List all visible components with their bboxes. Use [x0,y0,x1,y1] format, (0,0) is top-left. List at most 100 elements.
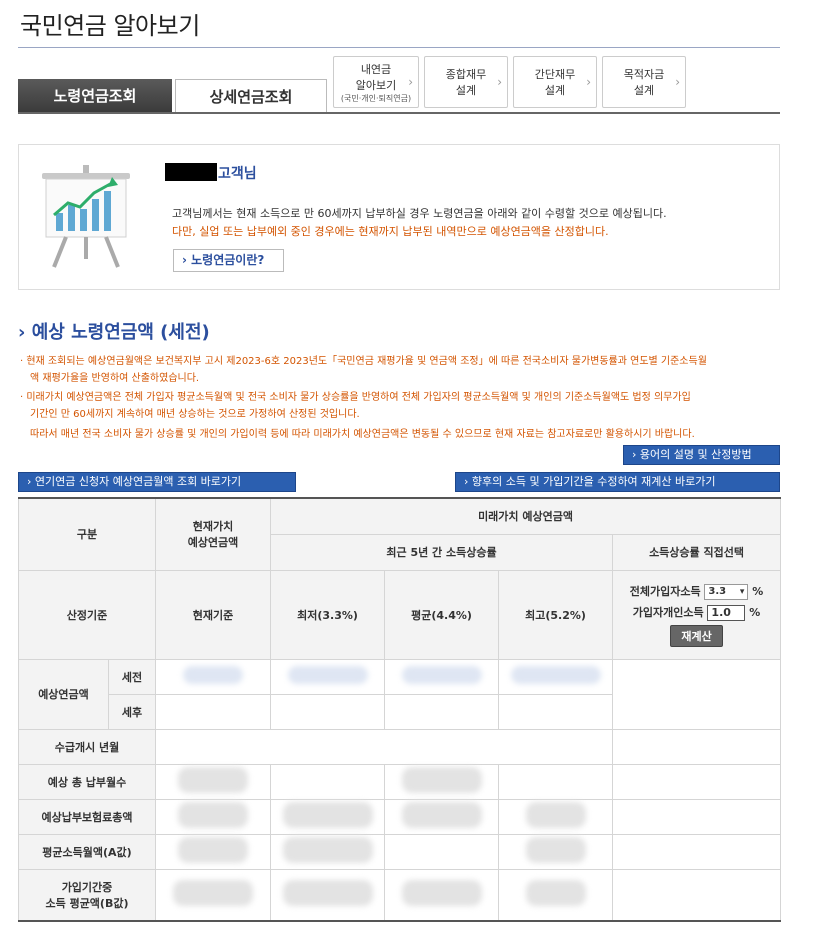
note-1-line1: · 현재 조회되는 예상연금월액은 보건복지부 고시 제2023-6호 2023… [20,356,707,367]
value-redacted [384,833,499,870]
chevron-right-icon: › [497,75,502,89]
blurred-value [525,880,586,907]
value-empty [611,658,782,730]
header-direct-select: 소득상승률 직접선택 [611,533,782,571]
blurred-value [282,802,373,828]
tab-underline [18,112,780,114]
blurred-value [178,767,248,793]
blurred-value [525,802,586,828]
tab-total-finance[interactable]: 종합재무 설계 › [424,56,508,108]
personal-income-label: 가입자개인소득 [632,605,704,619]
note-3: 따라서 매년 전국 소비자 물가 상승률 및 개인의 가입이력 등에 따라 미래… [30,429,695,440]
total-income-label: 전체가입자소득 [629,584,701,598]
value-redacted [155,693,271,730]
tab-goal-fund[interactable]: 목적자금 설계 › [602,56,686,108]
percent-sign: % [749,605,761,619]
value-redacted [384,763,499,800]
value-redacted [384,693,499,730]
note-2-line1: · 미래가치 예상연금액은 전체 가입자 평균소득월액 및 전국 소비자 물가 … [20,392,691,403]
blurred-value [282,837,373,863]
tab-simple-finance-line1: 간단재무 [534,68,576,81]
chevron-right-icon: › [408,75,413,89]
tab-my-pension-sub: (국민·개인·퇴직연금) [340,93,412,103]
tab-my-pension-line1: 내연금 [360,62,392,76]
cell-highest-rate: 최고(5.2%) [498,569,613,660]
row-start-label: 수급개시 년월 [18,728,156,765]
what-is-pension-button[interactable]: › 노령연금이란? [173,249,284,272]
pension-table: 구분 현재가치 예상연금액 미래가치 예상연금액 최근 5년 간 소득상승률 소득… [18,497,782,922]
cell-direct-input: 전체가입자소득 3.3 ▾ % 가입자개인소득 1.0 % 재계산 [611,569,782,660]
row-expected-label: 예상연금액 [18,658,109,730]
value-redacted [155,798,271,835]
tab-total-finance-line2: 설계 [455,84,477,97]
percent-sign: % [752,584,764,598]
header-present-value: 현재가치예상연금액 [155,497,271,571]
blurred-value [178,802,248,828]
customer-name-redacted [165,163,217,181]
note-1: · 현재 조회되는 예상연금월액은 보건복지부 고시 제2023-6호 2023… [20,353,790,387]
value-redacted [498,658,613,695]
row-premium-label: 예상납부보험료총액 [18,798,156,835]
chevron-right-icon: › [586,75,591,89]
blurred-value [401,767,482,793]
value-redacted [498,798,613,835]
value-redacted [498,833,613,870]
blurred-value [183,666,243,684]
chevron-right-icon: › [675,75,680,89]
value-redacted [498,868,613,922]
terms-explanation-button[interactable]: › 용어의 설명 및 산정방법 [623,445,780,465]
cell-lowest-rate: 최저(3.3%) [270,569,385,660]
tab-detail-pension[interactable]: 상세연금조회 [175,79,327,113]
header-future-value: 미래가치 예상연금액 [269,497,782,535]
row-pretax-label: 세전 [108,658,156,695]
header-present-value-line1: 현재가치 [192,520,234,534]
blurred-value [173,880,253,907]
note-2-line2: 기간인 만 60세까지 계속하여 매년 상승하는 것으로 가정하여 산정된 것입… [30,409,360,420]
tab-simple-finance[interactable]: 간단재무 설계 › [513,56,597,108]
value-redacted [155,868,271,922]
blurred-value [510,666,601,684]
value-empty [611,833,782,870]
row-aftertax-label: 세후 [108,693,156,730]
blurred-value [401,802,482,828]
customer-label: 고객님 [218,166,257,182]
value-empty [611,798,782,835]
value-empty [611,728,782,765]
header-recent-growth: 최근 5년 간 소득상승률 [270,533,613,571]
section-title-text: 예상 노령연금액 (세전) [31,322,210,343]
value-redacted [155,763,271,800]
tab-goal-fund-line2: 설계 [633,84,655,97]
value-redacted [155,728,613,765]
presentation-chart-icon [42,165,130,268]
value-redacted [270,798,385,835]
note-1-line2: 액 재평가율을 반영하여 산출하였습니다. [30,373,200,384]
deferred-pension-button[interactable]: › 연기연금 신청자 예상연금월액 조회 바로가기 [18,472,296,492]
blurred-value [401,666,482,684]
page-title: 국민연금 알아보기 [20,12,200,40]
personal-income-input[interactable]: 1.0 [707,604,746,621]
row-avg-b-line2: 소득 평균액(B값) [45,896,129,910]
value-empty [611,763,782,800]
value-redacted [155,833,271,870]
chevron-down-icon: ▾ [739,586,745,597]
value-redacted [270,868,385,922]
tab-basic-pension[interactable]: 노령연금조회 [18,79,172,113]
tab-goal-fund-line1: 목적자금 [623,68,665,81]
value-redacted [384,868,499,922]
value-redacted [384,798,499,835]
info-warning: 다만, 실업 또는 납부예외 중인 경우에는 현재까지 납부된 내역만으로 예상… [172,225,609,238]
recalculate-link-button[interactable]: › 향후의 소득 및 가입기간을 수정하여 재계산 바로가기 [455,472,780,492]
value-redacted [155,658,271,695]
blurred-value [525,837,586,863]
header-present-value-line2: 예상연금액 [187,536,239,550]
info-description: 고객님께서는 현재 소득으로 만 60세까지 납부하실 경우 노령연금을 아래와… [172,207,667,220]
blurred-value [287,666,368,684]
recalculate-button[interactable]: 재계산 [670,624,723,647]
value-redacted [384,658,499,695]
blurred-value [282,880,373,907]
blurred-value [178,837,248,863]
total-income-select[interactable]: 3.3 ▾ [704,583,749,600]
tab-my-pension[interactable]: 내연금 알아보기 (국민·개인·퇴직연금) › [333,56,419,108]
value-redacted [270,833,385,870]
cell-average-rate: 평균(4.4%) [384,569,499,660]
